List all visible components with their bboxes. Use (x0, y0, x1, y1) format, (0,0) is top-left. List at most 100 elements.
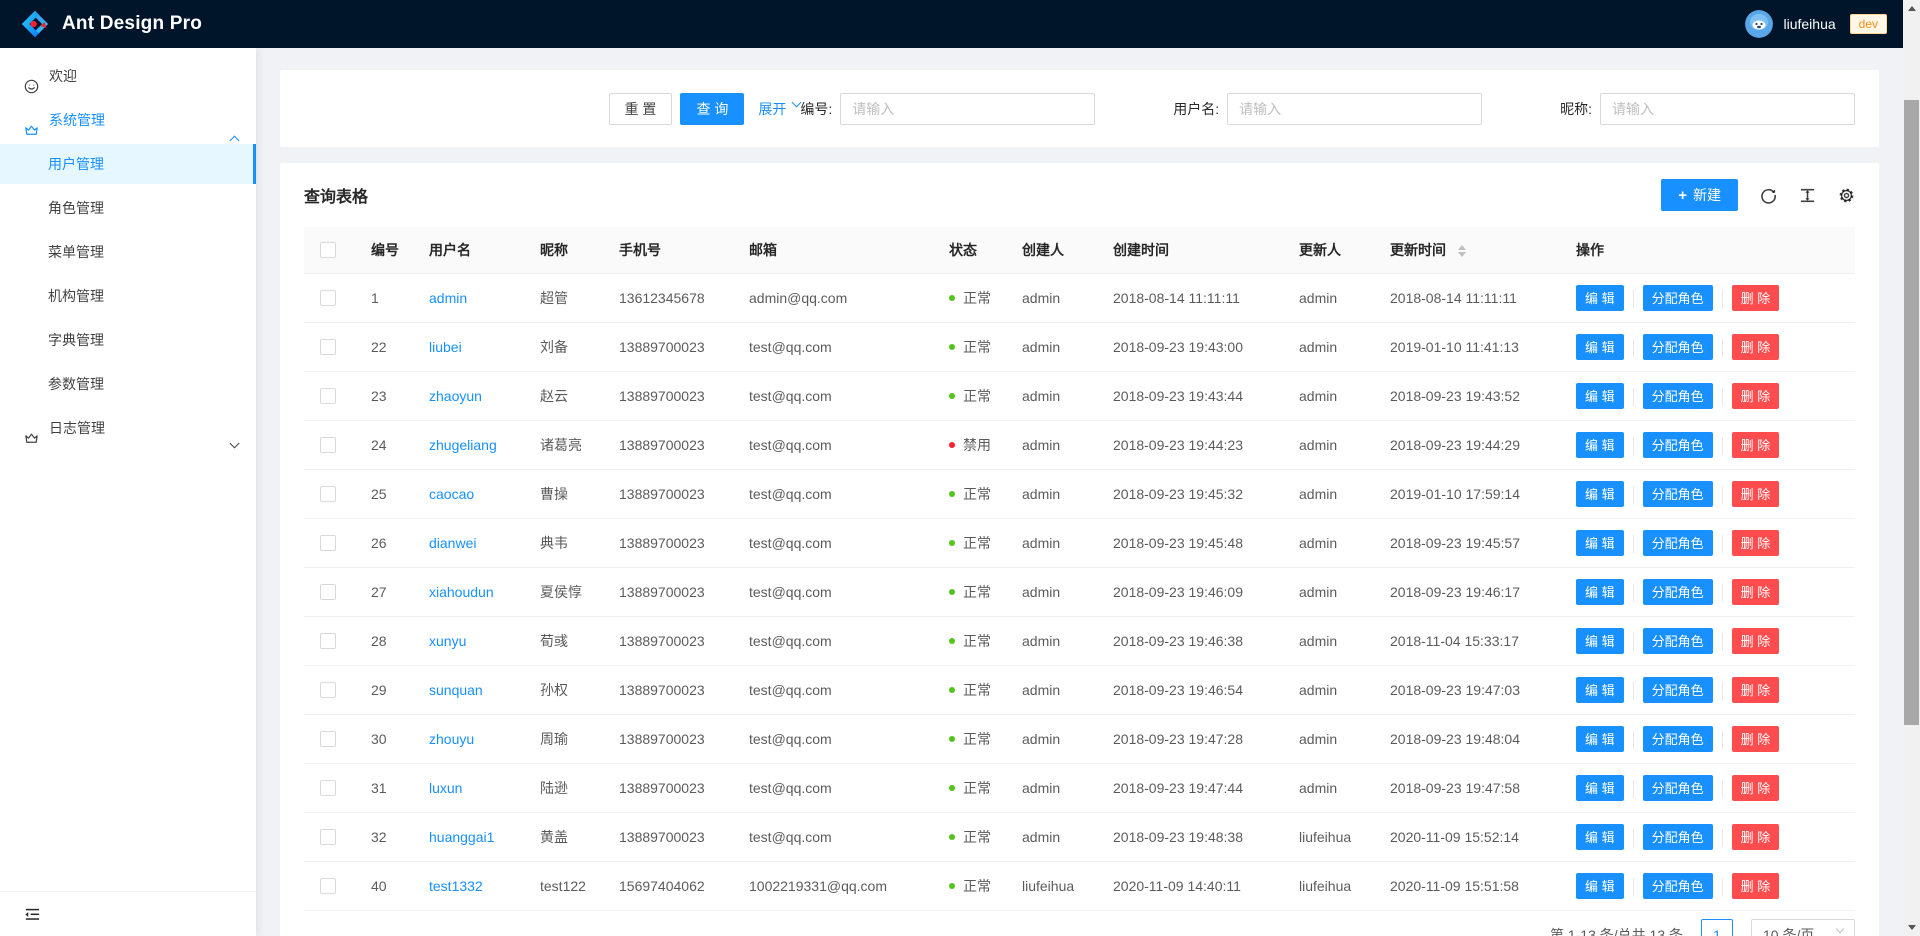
row-checkbox[interactable] (320, 633, 336, 649)
delete-button[interactable]: 删 除 (1732, 824, 1780, 850)
menu-fold-icon[interactable] (24, 906, 41, 923)
status-badge: 正常 (949, 337, 991, 357)
row-checkbox[interactable] (320, 290, 336, 306)
row-checkbox[interactable] (320, 829, 336, 845)
delete-button[interactable]: 删 除 (1732, 579, 1780, 605)
table-card: 查询表格 + 新建 (280, 163, 1879, 936)
username-link[interactable]: caocao (429, 486, 474, 502)
username-link[interactable]: dianwei (429, 535, 476, 551)
user-name[interactable]: liufeihua (1783, 16, 1835, 32)
select-all-checkbox[interactable] (320, 242, 336, 258)
username-link[interactable]: test1332 (429, 878, 483, 894)
assign-role-button[interactable]: 分配角色 (1643, 775, 1713, 801)
username-link[interactable]: sunquan (429, 682, 483, 698)
filter-field-input[interactable] (840, 93, 1095, 125)
edit-button[interactable]: 编 辑 (1576, 285, 1624, 311)
row-checkbox[interactable] (320, 584, 336, 600)
username-link[interactable]: admin (429, 290, 467, 306)
assign-role-button[interactable]: 分配角色 (1643, 873, 1713, 899)
sidebar-item-welcome[interactable]: 欢迎 (0, 56, 256, 96)
assign-role-button[interactable]: 分配角色 (1643, 530, 1713, 556)
edit-button[interactable]: 编 辑 (1576, 334, 1624, 360)
assign-role-button[interactable]: 分配角色 (1643, 824, 1713, 850)
scroll-up-arrow-icon[interactable] (1903, 0, 1920, 17)
assign-role-button[interactable]: 分配角色 (1643, 677, 1713, 703)
row-checkbox[interactable] (320, 339, 336, 355)
row-checkbox[interactable] (320, 682, 336, 698)
assign-role-button[interactable]: 分配角色 (1643, 334, 1713, 360)
new-button[interactable]: + 新建 (1661, 179, 1738, 211)
assign-role-button[interactable]: 分配角色 (1643, 285, 1713, 311)
edit-button[interactable]: 编 辑 (1576, 628, 1624, 654)
reset-button[interactable]: 重 置 (609, 93, 673, 125)
sidebar-subitem[interactable]: 用户管理 (0, 144, 256, 184)
delete-button[interactable]: 删 除 (1732, 726, 1780, 752)
edit-button[interactable]: 编 辑 (1576, 579, 1624, 605)
delete-button[interactable]: 删 除 (1732, 432, 1780, 458)
delete-button[interactable]: 删 除 (1732, 628, 1780, 654)
edit-button[interactable]: 编 辑 (1576, 383, 1624, 409)
sidebar-item-log[interactable]: 日志管理 (0, 408, 256, 448)
sidebar-subitem[interactable]: 字典管理 (0, 320, 256, 360)
username-link[interactable]: liubei (429, 339, 462, 355)
delete-button[interactable]: 删 除 (1732, 383, 1780, 409)
sidebar-subitem[interactable]: 参数管理 (0, 364, 256, 404)
username-link[interactable]: xunyu (429, 633, 466, 649)
expand-toggle[interactable]: 展开 (758, 99, 800, 119)
row-checkbox[interactable] (320, 388, 336, 404)
sidebar-item-system[interactable]: 系统管理 (0, 100, 256, 140)
user-avatar[interactable] (1745, 10, 1773, 38)
row-checkbox[interactable] (320, 486, 336, 502)
username-link[interactable]: zhugeliang (429, 437, 497, 453)
username-link[interactable]: xiahoudun (429, 584, 494, 600)
reload-icon[interactable] (1760, 187, 1777, 204)
delete-button[interactable]: 删 除 (1732, 530, 1780, 556)
delete-button[interactable]: 删 除 (1732, 334, 1780, 360)
delete-button[interactable]: 删 除 (1732, 677, 1780, 703)
username-link[interactable]: zhaoyun (429, 388, 482, 404)
density-icon[interactable] (1799, 187, 1816, 204)
assign-role-button[interactable]: 分配角色 (1643, 481, 1713, 507)
row-checkbox[interactable] (320, 437, 336, 453)
delete-button[interactable]: 删 除 (1732, 775, 1780, 801)
filter-field-label: 编号: (800, 99, 832, 119)
row-checkbox[interactable] (320, 535, 336, 551)
sidebar-subitem[interactable]: 角色管理 (0, 188, 256, 228)
username-link[interactable]: huanggai1 (429, 829, 494, 845)
pagination-page-1[interactable]: 1 (1701, 919, 1733, 936)
username-link[interactable]: zhouyu (429, 731, 474, 747)
edit-button[interactable]: 编 辑 (1576, 726, 1624, 752)
edit-button[interactable]: 编 辑 (1576, 824, 1624, 850)
edit-button[interactable]: 编 辑 (1576, 432, 1624, 458)
row-checkbox[interactable] (320, 731, 336, 747)
sidebar-subitem[interactable]: 菜单管理 (0, 232, 256, 272)
col-update-time[interactable]: 更新时间 (1374, 227, 1560, 273)
row-checkbox[interactable] (320, 780, 336, 796)
sort-carets-icon[interactable] (1458, 245, 1466, 257)
delete-button[interactable]: 删 除 (1732, 481, 1780, 507)
assign-role-button[interactable]: 分配角色 (1643, 628, 1713, 654)
sidebar-subitem[interactable]: 机构管理 (0, 276, 256, 316)
row-checkbox[interactable] (320, 878, 336, 894)
assign-role-button[interactable]: 分配角色 (1643, 383, 1713, 409)
edit-button[interactable]: 编 辑 (1576, 775, 1624, 801)
vertical-scrollbar[interactable] (1903, 0, 1920, 936)
search-button[interactable]: 查 询 (680, 93, 744, 125)
delete-button[interactable]: 删 除 (1732, 285, 1780, 311)
edit-button[interactable]: 编 辑 (1576, 677, 1624, 703)
assign-role-button[interactable]: 分配角色 (1643, 579, 1713, 605)
edit-button[interactable]: 编 辑 (1576, 481, 1624, 507)
scroll-down-arrow-icon[interactable] (1903, 919, 1920, 936)
scrollbar-thumb[interactable] (1904, 100, 1919, 725)
assign-role-button[interactable]: 分配角色 (1643, 726, 1713, 752)
cell-creator: liufeihua (1006, 861, 1097, 910)
username-link[interactable]: luxun (429, 780, 462, 796)
settings-gear-icon[interactable] (1838, 187, 1855, 204)
filter-field-input[interactable] (1227, 93, 1482, 125)
assign-role-button[interactable]: 分配角色 (1643, 432, 1713, 458)
delete-button[interactable]: 删 除 (1732, 873, 1780, 899)
filter-field-input[interactable] (1600, 93, 1855, 125)
edit-button[interactable]: 编 辑 (1576, 530, 1624, 556)
edit-button[interactable]: 编 辑 (1576, 873, 1624, 899)
page-size-select[interactable]: 10 条/页 (1751, 919, 1855, 936)
